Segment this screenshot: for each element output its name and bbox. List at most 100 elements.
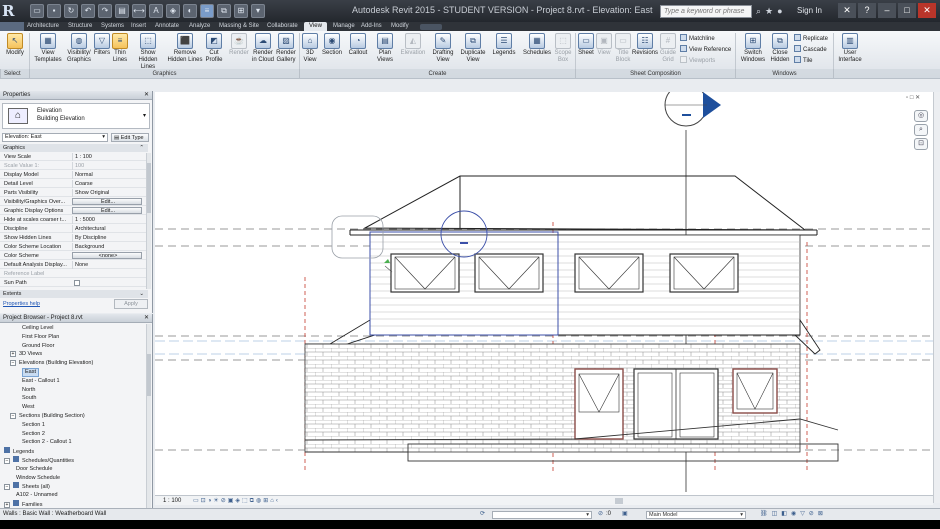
cascade-button[interactable]: Cascade xyxy=(794,45,827,54)
browser-tree-item[interactable]: East - Callout 1 xyxy=(22,377,60,386)
sun-path-checkbox[interactable] xyxy=(74,280,80,286)
design-options-icon[interactable]: ▣ xyxy=(622,509,628,520)
elevation-button[interactable]: ◭ Elevation xyxy=(400,33,426,57)
property-value[interactable]: 1 : 100 xyxy=(72,153,142,161)
plan-views-button[interactable]: ▤ Plan Views xyxy=(375,33,395,64)
browser-tree-item[interactable]: − Sheets (all) xyxy=(4,482,50,491)
collapse-icon[interactable]: − xyxy=(4,484,10,491)
collapse-icon[interactable]: − xyxy=(4,458,10,464)
scroll-thumb[interactable] xyxy=(147,354,151,396)
elevation-marker-icon[interactable] xyxy=(664,92,721,127)
scope-box-button[interactable]: ⬚ Scope Box xyxy=(554,33,572,64)
tab-structure[interactable]: Structure xyxy=(68,22,92,31)
property-row[interactable]: Discipline Architectural xyxy=(0,225,148,234)
browser-scrollbar[interactable] xyxy=(146,324,151,508)
property-edit-button[interactable]: <none> xyxy=(72,252,142,259)
schedules-button[interactable]: ▦ Schedules xyxy=(522,33,552,57)
property-row[interactable]: Display Model Normal xyxy=(0,171,148,180)
property-value[interactable]: Architectural xyxy=(72,225,142,233)
filters-button[interactable]: ▽ Filters xyxy=(93,33,111,57)
zoom-extents-icon[interactable]: ⊡ xyxy=(914,138,928,150)
thin-lines-icon[interactable]: ≡ xyxy=(200,4,214,18)
browser-tree-item[interactable]: Section 2 xyxy=(22,430,45,439)
exchange-icon[interactable]: ✕ xyxy=(838,3,856,18)
maximize-icon[interactable]: □ xyxy=(910,95,914,101)
instance-selector[interactable]: Elevation: East ▾ xyxy=(2,133,108,142)
property-row[interactable]: Parts Visibility Show Original xyxy=(0,189,148,198)
user-icon[interactable]: ● xyxy=(777,6,782,17)
callout-button[interactable]: ◔ Callout xyxy=(346,33,370,57)
selection-option-icons[interactable]: ⛓◫◧◉▽⊘⊠ xyxy=(760,509,827,520)
sync-icon[interactable]: ↻ xyxy=(64,4,78,18)
redo-icon[interactable]: ↷ xyxy=(98,4,112,18)
modify-button[interactable]: ↖ Modify xyxy=(4,33,26,57)
property-row[interactable]: Default Analysis Display... None xyxy=(0,261,148,270)
maximize-icon[interactable]: □ xyxy=(898,3,916,18)
browser-tree-item[interactable]: North xyxy=(22,386,35,395)
view-templates-button[interactable]: ▦ View Templates xyxy=(34,33,62,64)
minimize-icon[interactable]: – xyxy=(878,3,896,18)
browser-tree-item[interactable]: A102 - Unnamed xyxy=(16,491,58,500)
revisions-button[interactable]: ☷ Revisions xyxy=(632,33,658,57)
browser-tree-item[interactable]: +3D Views xyxy=(10,350,42,359)
guide-grid-button[interactable]: # Guide Grid xyxy=(659,33,677,64)
property-value[interactable]: By Discipline xyxy=(72,234,142,242)
property-value[interactable]: None xyxy=(72,261,142,269)
browser-tree-item[interactable]: Ground Floor xyxy=(22,342,54,351)
revit-logo-icon[interactable]: R xyxy=(2,2,28,20)
property-row[interactable]: Sun Path xyxy=(0,279,148,288)
property-value[interactable]: Show Original xyxy=(72,189,142,197)
tab-annotate[interactable]: Annotate xyxy=(155,22,179,31)
property-value[interactable]: Coarse xyxy=(72,180,142,188)
property-row[interactable]: Graphic Display Options Edit... xyxy=(0,207,148,216)
measure-icon[interactable]: ⟷ xyxy=(132,4,146,18)
apply-button[interactable]: Apply xyxy=(114,299,148,309)
brick-wall[interactable] xyxy=(304,343,801,453)
property-value[interactable]: 1 : 5000 xyxy=(72,216,142,224)
edit-type-button[interactable]: ▤ Edit Type xyxy=(111,133,149,142)
tab-add-ins[interactable]: Add-Ins xyxy=(361,22,382,31)
restore-icon[interactable]: ▫ xyxy=(906,95,908,101)
application-menu-button[interactable] xyxy=(0,22,24,31)
extents-group-header[interactable]: Extents ⌄ xyxy=(0,290,148,298)
render-in-cloud-button[interactable]: ☁ Render in Cloud xyxy=(251,33,275,64)
tile-button[interactable]: Tile xyxy=(794,56,812,65)
text-icon[interactable]: A xyxy=(149,4,163,18)
customize-icon[interactable]: ▾ xyxy=(251,4,265,18)
east-elevation-drawing[interactable] xyxy=(155,92,940,495)
browser-tree-item[interactable]: − Elevations (Building Elevation) xyxy=(10,359,93,368)
sheet-button[interactable]: ▭ Sheet xyxy=(577,33,595,57)
browser-tree-item[interactable]: East xyxy=(22,368,40,377)
property-value[interactable]: Normal xyxy=(72,171,142,179)
browser-tree-item[interactable]: South xyxy=(22,394,36,403)
worksharing-icon[interactable]: ⟳ xyxy=(480,509,485,520)
browser-tree-item[interactable]: Window Schedule xyxy=(16,474,60,483)
browser-tree-item[interactable]: West xyxy=(22,403,34,412)
switch-windows-icon[interactable]: ⊞ xyxy=(234,4,248,18)
collapse-icon[interactable]: − xyxy=(10,360,16,367)
drafting-view-button[interactable]: ✎ Drafting View xyxy=(430,33,456,64)
close-hidden-button[interactable]: ⧉ Close Hidden xyxy=(769,33,791,64)
browser-tree-item[interactable]: First Floor Plan xyxy=(22,333,59,342)
browser-tree-item[interactable]: Ceiling Level xyxy=(22,324,54,333)
roof[interactable] xyxy=(349,175,818,236)
close-hidden-icon[interactable]: ⧉ xyxy=(217,4,231,18)
user-interface-button[interactable]: ▥ User Interface xyxy=(836,33,864,64)
view-reference-button[interactable]: View Reference xyxy=(680,45,731,54)
property-row[interactable]: Scale Value 1: 100 xyxy=(0,162,148,171)
tab-architecture[interactable]: Architecture xyxy=(27,22,59,31)
property-row[interactable]: View Scale 1 : 100 xyxy=(0,153,148,162)
title-block-button[interactable]: ▭ Title Block xyxy=(614,33,632,64)
save-icon[interactable]: ▪ xyxy=(47,4,61,18)
property-row[interactable]: Visibility/Graphics Over... Edit... xyxy=(0,198,148,207)
drawing-area[interactable] xyxy=(155,92,940,495)
cut-profile-button[interactable]: ◩ Cut Profile xyxy=(204,33,224,64)
property-edit-button[interactable]: Edit... xyxy=(72,198,142,205)
property-edit-button[interactable]: Edit... xyxy=(72,207,142,214)
property-row[interactable]: Show Hidden Lines By Discipline xyxy=(0,234,148,243)
collapse-icon[interactable]: − xyxy=(10,413,16,419)
browser-tree-item[interactable]: Door Schedule xyxy=(16,465,52,474)
legends-button[interactable]: ☰ Legends xyxy=(491,33,517,57)
ribbon-minimize-toggle[interactable] xyxy=(420,24,442,30)
duplicate-view-button[interactable]: ⧉ Duplicate View xyxy=(459,33,487,64)
